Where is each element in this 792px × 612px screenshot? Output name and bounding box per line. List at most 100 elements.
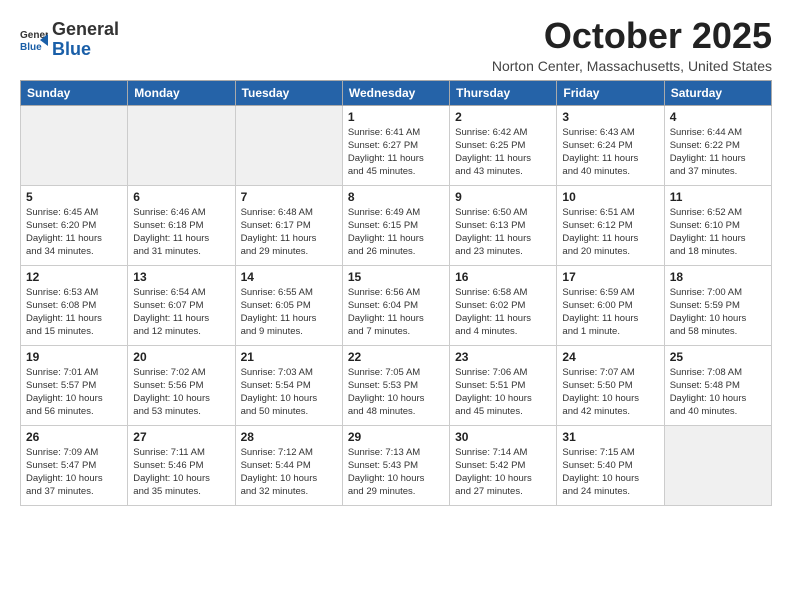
calendar-cell: 18 Sunrise: 7:00 AM Sunset: 5:59 PM Dayli…	[664, 265, 771, 345]
day-info: Sunrise: 6:45 AM Sunset: 6:20 PM Dayligh…	[26, 206, 122, 259]
day-number: 16	[455, 270, 551, 284]
day-number: 12	[26, 270, 122, 284]
day-number: 26	[26, 430, 122, 444]
day-number: 29	[348, 430, 444, 444]
day-number: 27	[133, 430, 229, 444]
day-number: 8	[348, 190, 444, 204]
day-number: 20	[133, 350, 229, 364]
calendar-cell: 22 Sunrise: 7:05 AM Sunset: 5:53 PM Dayli…	[342, 345, 449, 425]
page-container: General Blue General Blue October 2025 N…	[0, 0, 792, 516]
day-info: Sunrise: 7:02 AM Sunset: 5:56 PM Dayligh…	[133, 366, 229, 419]
calendar-week-row: 19 Sunrise: 7:01 AM Sunset: 5:57 PM Dayli…	[21, 345, 772, 425]
calendar-cell: 8Sunrise: 6:49 AM Sunset: 6:15 PM Daylig…	[342, 185, 449, 265]
day-number: 2	[455, 110, 551, 124]
day-number: 30	[455, 430, 551, 444]
day-info: Sunrise: 6:43 AM Sunset: 6:24 PM Dayligh…	[562, 126, 658, 179]
day-info: Sunrise: 6:48 AM Sunset: 6:17 PM Dayligh…	[241, 206, 337, 259]
calendar-cell	[128, 105, 235, 185]
calendar-cell: 1 Sunrise: 6:41 AM Sunset: 6:27 PM Daylig…	[342, 105, 449, 185]
day-info: Sunrise: 7:05 AM Sunset: 5:53 PM Dayligh…	[348, 366, 444, 419]
day-number: 6	[133, 190, 229, 204]
day-info: Sunrise: 7:09 AM Sunset: 5:47 PM Dayligh…	[26, 446, 122, 499]
day-info: Sunrise: 7:11 AM Sunset: 5:46 PM Dayligh…	[133, 446, 229, 499]
calendar-cell: 11Sunrise: 6:52 AM Sunset: 6:10 PM Dayli…	[664, 185, 771, 265]
calendar-cell: 6 Sunrise: 6:46 AM Sunset: 6:18 PM Daylig…	[128, 185, 235, 265]
logo-icon: General Blue	[20, 26, 48, 54]
calendar-cell: 30 Sunrise: 7:14 AM Sunset: 5:42 PM Dayli…	[450, 425, 557, 505]
calendar-cell: 14 Sunrise: 6:55 AM Sunset: 6:05 PM Dayli…	[235, 265, 342, 345]
calendar-week-row: 26 Sunrise: 7:09 AM Sunset: 5:47 PM Dayli…	[21, 425, 772, 505]
day-number: 22	[348, 350, 444, 364]
calendar-cell: 15 Sunrise: 6:56 AM Sunset: 6:04 PM Dayli…	[342, 265, 449, 345]
calendar-cell: 4Sunrise: 6:44 AM Sunset: 6:22 PM Daylig…	[664, 105, 771, 185]
calendar-cell: 23 Sunrise: 7:06 AM Sunset: 5:51 PM Dayli…	[450, 345, 557, 425]
calendar-cell: 21 Sunrise: 7:03 AM Sunset: 5:54 PM Dayli…	[235, 345, 342, 425]
day-number: 13	[133, 270, 229, 284]
day-number: 9	[455, 190, 551, 204]
calendar-cell	[21, 105, 128, 185]
day-number: 11	[670, 190, 766, 204]
calendar-cell: 26 Sunrise: 7:09 AM Sunset: 5:47 PM Dayli…	[21, 425, 128, 505]
day-info: Sunrise: 6:42 AM Sunset: 6:25 PM Dayligh…	[455, 126, 551, 179]
calendar-cell: 17 Sunrise: 6:59 AM Sunset: 6:00 PM Dayli…	[557, 265, 664, 345]
calendar-cell: 7 Sunrise: 6:48 AM Sunset: 6:17 PM Daylig…	[235, 185, 342, 265]
svg-text:Blue: Blue	[20, 42, 42, 53]
calendar-cell: 25 Sunrise: 7:08 AM Sunset: 5:48 PM Dayli…	[664, 345, 771, 425]
day-info: Sunrise: 7:00 AM Sunset: 5:59 PM Dayligh…	[670, 286, 766, 339]
day-number: 19	[26, 350, 122, 364]
day-number: 18	[670, 270, 766, 284]
calendar-week-row: 5 Sunrise: 6:45 AM Sunset: 6:20 PM Daylig…	[21, 185, 772, 265]
calendar-week-row: 1 Sunrise: 6:41 AM Sunset: 6:27 PM Daylig…	[21, 105, 772, 185]
calendar-cell	[664, 425, 771, 505]
page-header: General Blue General Blue October 2025 N…	[20, 16, 772, 74]
day-number: 1	[348, 110, 444, 124]
calendar-cell: 28Sunrise: 7:12 AM Sunset: 5:44 PM Dayli…	[235, 425, 342, 505]
day-info: Sunrise: 6:56 AM Sunset: 6:04 PM Dayligh…	[348, 286, 444, 339]
weekday-header-sunday: Sunday	[21, 80, 128, 105]
day-number: 10	[562, 190, 658, 204]
day-info: Sunrise: 7:01 AM Sunset: 5:57 PM Dayligh…	[26, 366, 122, 419]
weekday-header-wednesday: Wednesday	[342, 80, 449, 105]
day-info: Sunrise: 7:08 AM Sunset: 5:48 PM Dayligh…	[670, 366, 766, 419]
weekday-header-friday: Friday	[557, 80, 664, 105]
calendar-cell: 10 Sunrise: 6:51 AM Sunset: 6:12 PM Dayli…	[557, 185, 664, 265]
calendar-cell	[235, 105, 342, 185]
month-title: October 2025	[492, 16, 772, 56]
day-info: Sunrise: 7:14 AM Sunset: 5:42 PM Dayligh…	[455, 446, 551, 499]
day-number: 4	[670, 110, 766, 124]
day-number: 31	[562, 430, 658, 444]
day-number: 23	[455, 350, 551, 364]
day-number: 17	[562, 270, 658, 284]
calendar-cell: 27 Sunrise: 7:11 AM Sunset: 5:46 PM Dayli…	[128, 425, 235, 505]
day-info: Sunrise: 6:55 AM Sunset: 6:05 PM Dayligh…	[241, 286, 337, 339]
calendar-cell: 5 Sunrise: 6:45 AM Sunset: 6:20 PM Daylig…	[21, 185, 128, 265]
weekday-header-thursday: Thursday	[450, 80, 557, 105]
day-number: 25	[670, 350, 766, 364]
day-number: 21	[241, 350, 337, 364]
day-info: Sunrise: 6:51 AM Sunset: 6:12 PM Dayligh…	[562, 206, 658, 259]
logo-text: General Blue	[52, 20, 119, 60]
day-number: 5	[26, 190, 122, 204]
title-block: October 2025 Norton Center, Massachusett…	[492, 16, 772, 74]
day-info: Sunrise: 6:58 AM Sunset: 6:02 PM Dayligh…	[455, 286, 551, 339]
calendar-cell: 12 Sunrise: 6:53 AM Sunset: 6:08 PM Dayli…	[21, 265, 128, 345]
calendar-header-row: SundayMondayTuesdayWednesdayThursdayFrid…	[21, 80, 772, 105]
calendar-cell: 3Sunrise: 6:43 AM Sunset: 6:24 PM Daylig…	[557, 105, 664, 185]
day-info: Sunrise: 7:03 AM Sunset: 5:54 PM Dayligh…	[241, 366, 337, 419]
day-info: Sunrise: 6:41 AM Sunset: 6:27 PM Dayligh…	[348, 126, 444, 179]
day-number: 15	[348, 270, 444, 284]
day-info: Sunrise: 7:06 AM Sunset: 5:51 PM Dayligh…	[455, 366, 551, 419]
day-number: 7	[241, 190, 337, 204]
day-info: Sunrise: 6:46 AM Sunset: 6:18 PM Dayligh…	[133, 206, 229, 259]
location: Norton Center, Massachusetts, United Sta…	[492, 58, 772, 74]
day-info: Sunrise: 6:50 AM Sunset: 6:13 PM Dayligh…	[455, 206, 551, 259]
calendar-cell: 20 Sunrise: 7:02 AM Sunset: 5:56 PM Dayli…	[128, 345, 235, 425]
calendar-cell: 24Sunrise: 7:07 AM Sunset: 5:50 PM Dayli…	[557, 345, 664, 425]
calendar-cell: 19 Sunrise: 7:01 AM Sunset: 5:57 PM Dayli…	[21, 345, 128, 425]
calendar-cell: 13Sunrise: 6:54 AM Sunset: 6:07 PM Dayli…	[128, 265, 235, 345]
day-info: Sunrise: 6:59 AM Sunset: 6:00 PM Dayligh…	[562, 286, 658, 339]
day-number: 14	[241, 270, 337, 284]
day-info: Sunrise: 7:15 AM Sunset: 5:40 PM Dayligh…	[562, 446, 658, 499]
day-info: Sunrise: 7:07 AM Sunset: 5:50 PM Dayligh…	[562, 366, 658, 419]
day-info: Sunrise: 6:53 AM Sunset: 6:08 PM Dayligh…	[26, 286, 122, 339]
